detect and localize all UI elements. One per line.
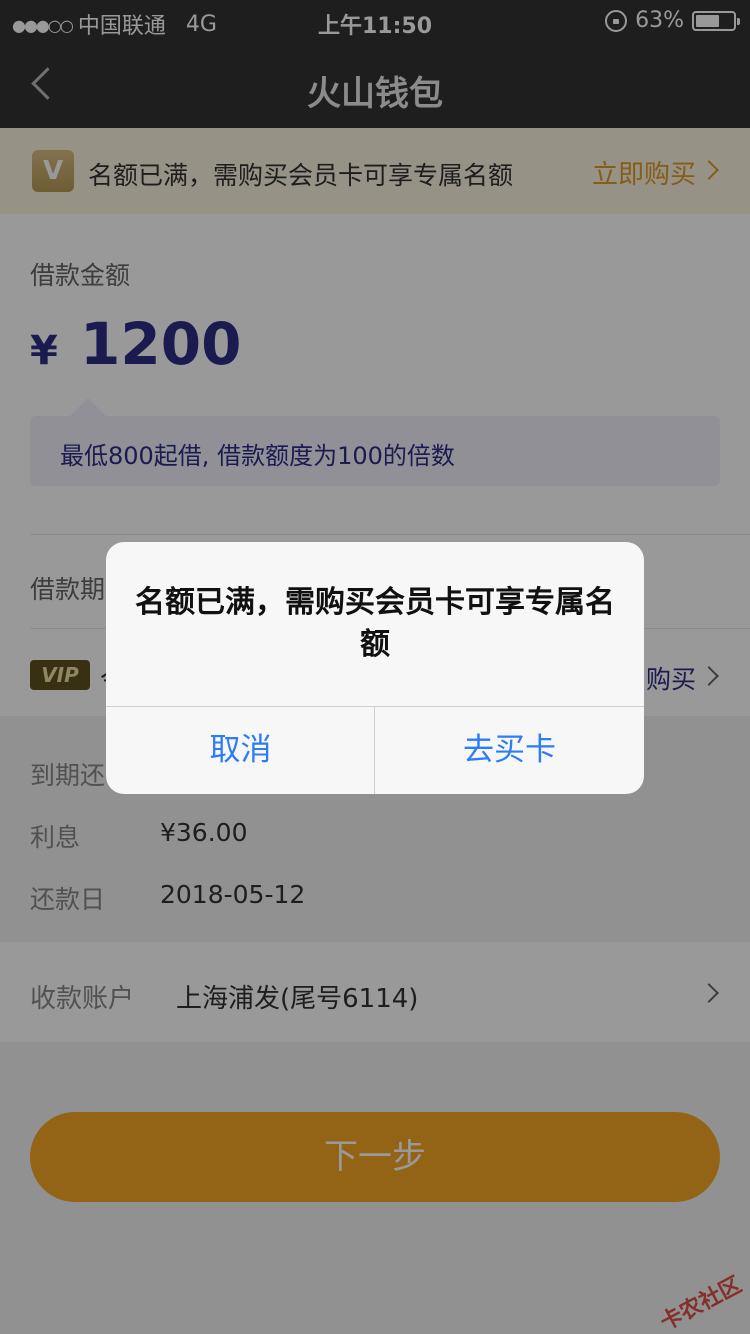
alert-dialog: 名额已满，需购买会员卡可享专属名额 取消 去买卡 <box>106 542 644 794</box>
buy-card-button[interactable]: 去买卡 <box>375 706 644 794</box>
cancel-button[interactable]: 取消 <box>106 706 375 794</box>
dialog-message: 名额已满，需购买会员卡可享专属名额 <box>135 585 615 662</box>
